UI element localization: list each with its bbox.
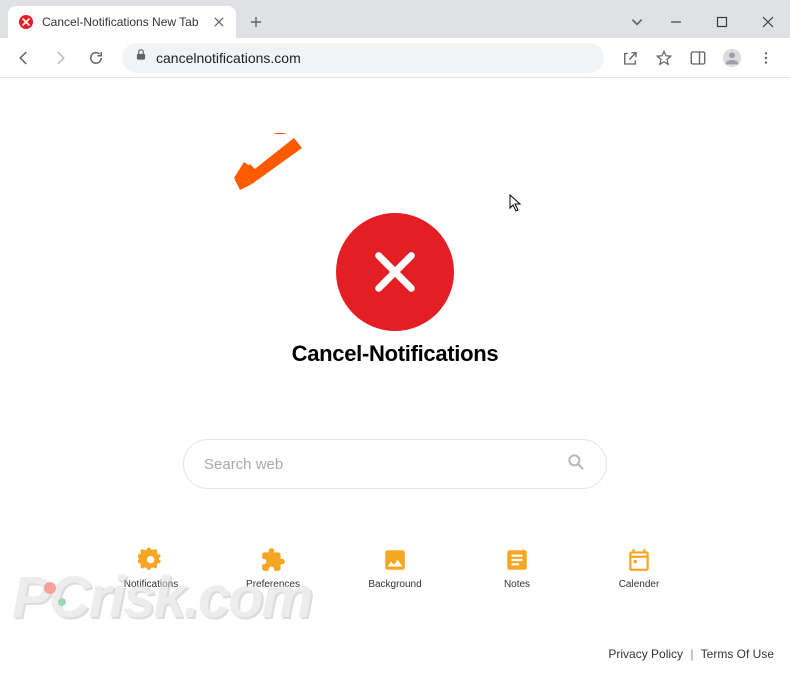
tab-title: Cancel-Notifications New Tab [42,15,204,29]
close-icon[interactable] [212,15,226,29]
toolbar: cancelnotifications.com [0,38,790,78]
link-label: Notifications [124,579,178,590]
url-text: cancelnotifications.com [156,50,592,66]
privacy-link[interactable]: Privacy Policy [608,647,683,661]
notes-icon [504,545,530,575]
footer-links: Privacy Policy | Terms Of Use [608,647,774,661]
share-icon[interactable] [614,42,646,74]
notifications-link[interactable]: Notifications [120,545,182,590]
new-tab-button[interactable] [242,8,270,36]
calendar-link[interactable]: Calender [608,545,670,590]
menu-icon[interactable] [750,42,782,74]
search-icon[interactable] [566,452,586,477]
search-box[interactable] [183,439,607,489]
quick-links: Notifications Preferences Background Not… [120,545,670,590]
link-label: Background [368,579,421,590]
tabs-dropdown-icon[interactable] [622,7,652,37]
back-button[interactable] [8,42,40,74]
puzzle-icon [260,545,286,575]
preferences-link[interactable]: Preferences [242,545,304,590]
link-label: Preferences [246,579,300,590]
brand-logo [336,213,454,331]
close-window-button[interactable] [746,6,790,38]
background-link[interactable]: Background [364,545,426,590]
annotation-arrow-icon [234,138,302,190]
tab-favicon [18,14,34,30]
maximize-button[interactable] [700,6,744,38]
notes-link[interactable]: Notes [486,545,548,590]
reload-button[interactable] [80,42,112,74]
minimize-button[interactable] [654,6,698,38]
titlebar: Cancel-Notifications New Tab [0,0,790,38]
image-icon [382,545,408,575]
separator: | [690,647,693,661]
search-input[interactable] [204,456,566,473]
forward-button[interactable] [44,42,76,74]
terms-link[interactable]: Terms Of Use [701,647,774,661]
lock-icon [134,48,148,67]
profile-icon[interactable] [716,42,748,74]
sidepanel-icon[interactable] [682,42,714,74]
brand-title: Cancel-Notifications [292,341,499,367]
link-label: Notes [504,579,530,590]
gear-icon [138,545,164,575]
bookmark-icon[interactable] [648,42,680,74]
link-label: Calender [619,579,660,590]
browser-tab[interactable]: Cancel-Notifications New Tab [8,6,236,38]
cursor-icon [509,194,523,214]
calendar-icon [626,545,652,575]
address-bar[interactable]: cancelnotifications.com [122,43,604,73]
